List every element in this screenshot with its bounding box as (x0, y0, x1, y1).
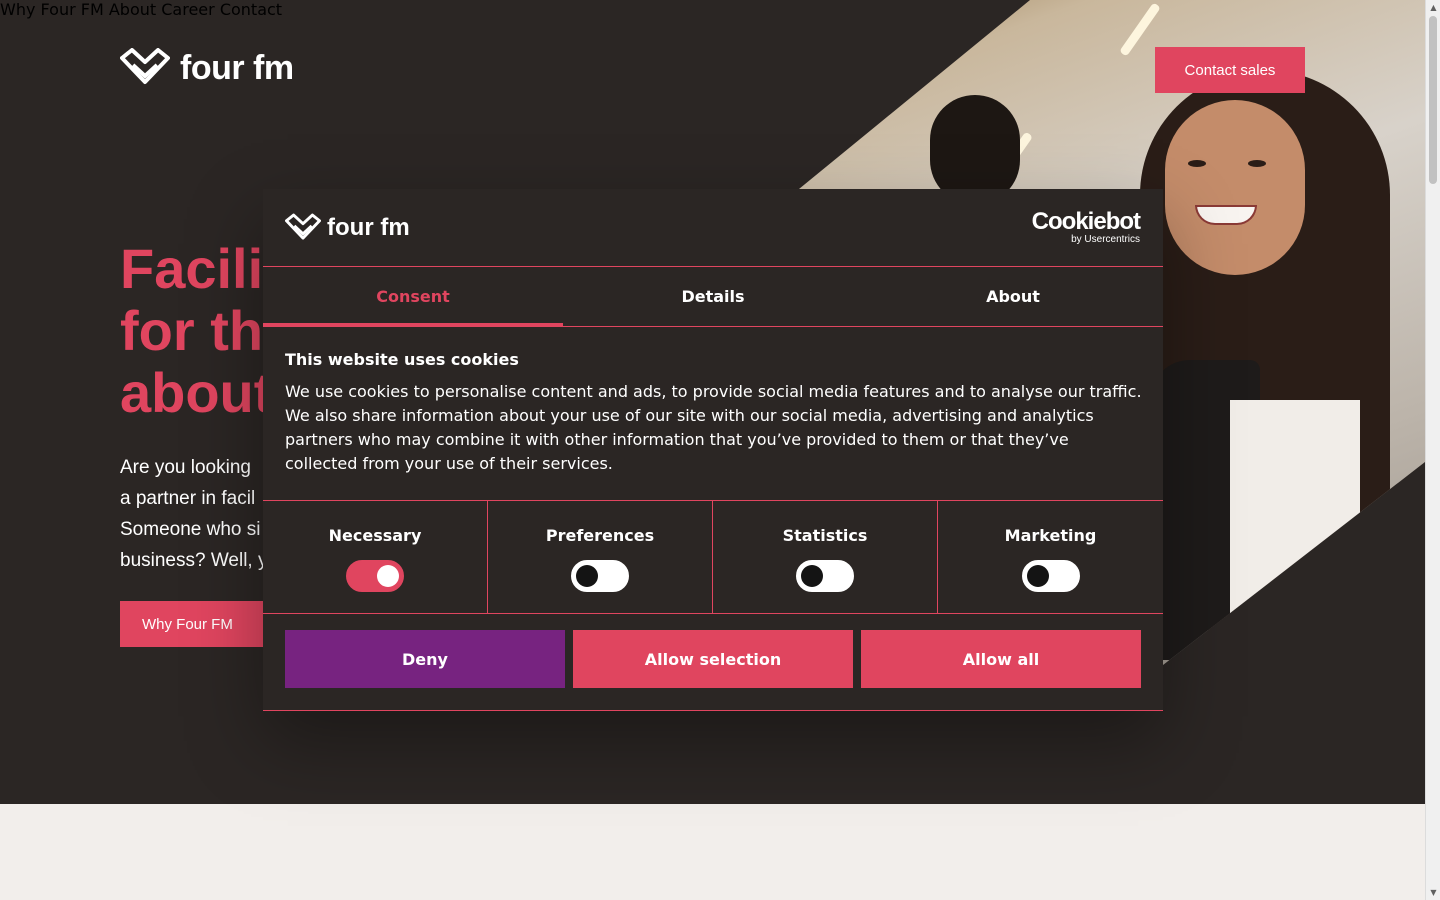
cookiebot-sub: by Usercentrics (1071, 234, 1140, 245)
category-statistics: Statistics (713, 501, 938, 613)
lower-section (0, 804, 1425, 900)
dialog-body: This website uses cookies We use cookies… (285, 350, 1145, 476)
deny-button[interactable]: Deny (285, 630, 565, 688)
dialog-description: We use cookies to personalise content an… (285, 382, 1142, 473)
allow-all-button[interactable]: Allow all (861, 630, 1141, 688)
cookie-consent-dialog: four fm Cookiebot by Usercentrics Consen… (263, 189, 1163, 711)
category-label: Marketing (1004, 526, 1097, 545)
dialog-heading: This website uses cookies (285, 350, 519, 369)
category-marketing: Marketing (938, 501, 1163, 613)
dialog-header: four fm Cookiebot by Usercentrics (263, 189, 1163, 267)
scroll-down-arrow-icon[interactable]: ▼ (1429, 888, 1438, 897)
cookiebot-logo[interactable]: Cookiebot by Usercentrics (1031, 208, 1141, 245)
nav-why-four-fm[interactable]: Why Four FM (0, 0, 104, 19)
statistics-toggle[interactable] (796, 560, 854, 592)
consent-categories: Necessary Preferences Statistics Marketi… (263, 500, 1163, 614)
dialog-logo: four fm (285, 213, 410, 243)
category-preferences: Preferences (488, 501, 713, 613)
four-fm-logo-icon (285, 213, 321, 240)
site-logo-text: four fm (180, 48, 294, 87)
scroll-up-arrow-icon[interactable]: ▲ (1429, 3, 1438, 12)
page-scrollbar[interactable]: ▲ ▼ (1425, 0, 1440, 900)
nav-about[interactable]: About (109, 0, 156, 19)
site-logo[interactable]: four fm (120, 48, 294, 88)
allow-selection-button[interactable]: Allow selection (573, 630, 853, 688)
cookiebot-name: Cookiebot (1031, 208, 1141, 235)
nav-career[interactable]: Career (161, 0, 214, 19)
hero-title-line: about (120, 361, 273, 424)
necessary-toggle[interactable] (346, 560, 404, 592)
dialog-tabs: Consent Details About (263, 267, 1163, 327)
hero-title: Facili for th about (120, 238, 272, 424)
hero-title-line: Facili (120, 237, 264, 300)
category-necessary: Necessary (263, 501, 488, 613)
tab-details[interactable]: Details (563, 267, 863, 326)
category-label: Statistics (782, 526, 868, 545)
marketing-toggle[interactable] (1021, 560, 1080, 592)
scroll-thumb[interactable] (1429, 16, 1437, 184)
category-label: Necessary (328, 526, 422, 545)
dialog-buttons: Deny Allow selection Allow all (285, 630, 1141, 688)
hero-title-line: for th (120, 299, 264, 362)
category-label: Preferences (545, 526, 655, 545)
four-fm-logo-icon (120, 48, 170, 84)
preferences-toggle[interactable] (571, 560, 629, 592)
dialog-logo-text: four fm (327, 214, 410, 241)
nav-contact[interactable]: Contact (220, 0, 282, 19)
tab-consent[interactable]: Consent (263, 267, 563, 327)
tab-about[interactable]: About (863, 267, 1163, 326)
contact-sales-button[interactable]: Contact sales (1155, 47, 1305, 93)
